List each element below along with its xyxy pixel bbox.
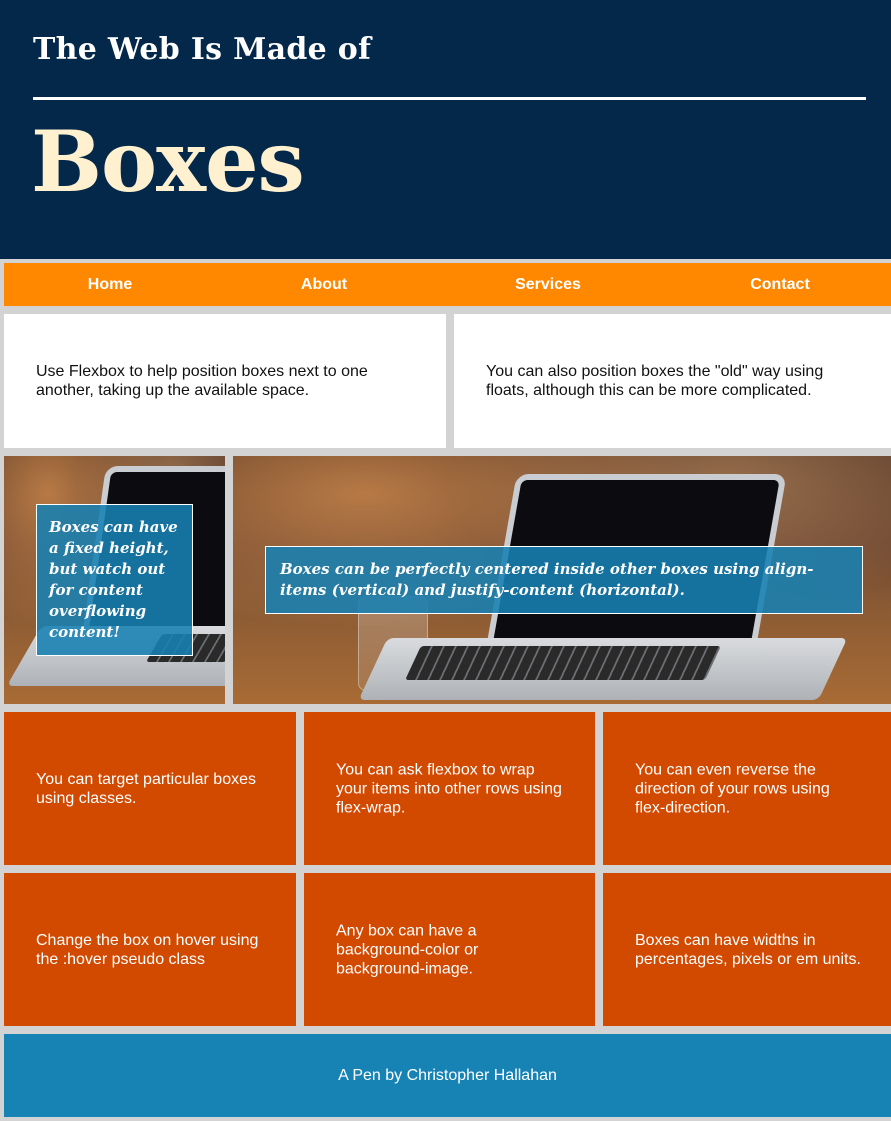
site-header: The Web Is Made of Boxes <box>0 0 891 259</box>
nav-item-services[interactable]: Services <box>515 263 581 306</box>
tile-flex-wrap[interactable]: You can ask flexbox to wrap your items i… <box>304 712 595 865</box>
footer-credit: A Pen by Christopher Hallahan <box>338 1067 557 1084</box>
intro-box-floats: You can also position boxes the "old" wa… <box>454 314 891 448</box>
nav-item-home[interactable]: Home <box>88 263 132 306</box>
tile-widths[interactable]: Boxes can have widths in percentages, pi… <box>603 873 891 1026</box>
caption-fixed-height: Boxes can have a fixed height, but watch… <box>36 504 193 656</box>
intro-text-flexbox: Use Flexbox to help position boxes next … <box>36 363 368 399</box>
tile-text: Any box can have a background-color or b… <box>336 922 479 977</box>
site-footer: A Pen by Christopher Hallahan <box>4 1034 891 1117</box>
caption-centered: Boxes can be perfectly centered inside o… <box>265 546 863 614</box>
page-title: Boxes <box>31 112 305 211</box>
keyboard-image <box>405 646 721 680</box>
image-box-fixed-height: Boxes can have a fixed height, but watch… <box>4 456 225 704</box>
intro-text-floats: You can also position boxes the "old" wa… <box>486 363 824 399</box>
image-box-centered: Boxes can be perfectly centered inside o… <box>233 456 891 704</box>
tile-background[interactable]: Any box can have a background-color or b… <box>304 873 595 1026</box>
intro-box-flexbox: Use Flexbox to help position boxes next … <box>4 314 446 448</box>
main-nav: Home About Services Contact <box>4 263 891 306</box>
nav-item-contact[interactable]: Contact <box>750 263 810 306</box>
nav-item-about[interactable]: About <box>301 263 347 306</box>
tile-text: Boxes can have widths in percentages, pi… <box>635 931 861 968</box>
tile-flex-direction[interactable]: You can even reverse the direction of yo… <box>603 712 891 865</box>
tile-text: You can ask flexbox to wrap your items i… <box>336 761 562 816</box>
tile-text: You can target particular boxes using cl… <box>36 770 256 807</box>
header-divider <box>33 97 866 100</box>
tile-hover[interactable]: Change the box on hover using the :hover… <box>4 873 296 1026</box>
tile-text: You can even reverse the direction of yo… <box>635 761 830 816</box>
header-kicker: The Web Is Made of <box>33 32 372 67</box>
tile-text: Change the box on hover using the :hover… <box>36 931 259 968</box>
tile-classes[interactable]: You can target particular boxes using cl… <box>4 712 296 865</box>
